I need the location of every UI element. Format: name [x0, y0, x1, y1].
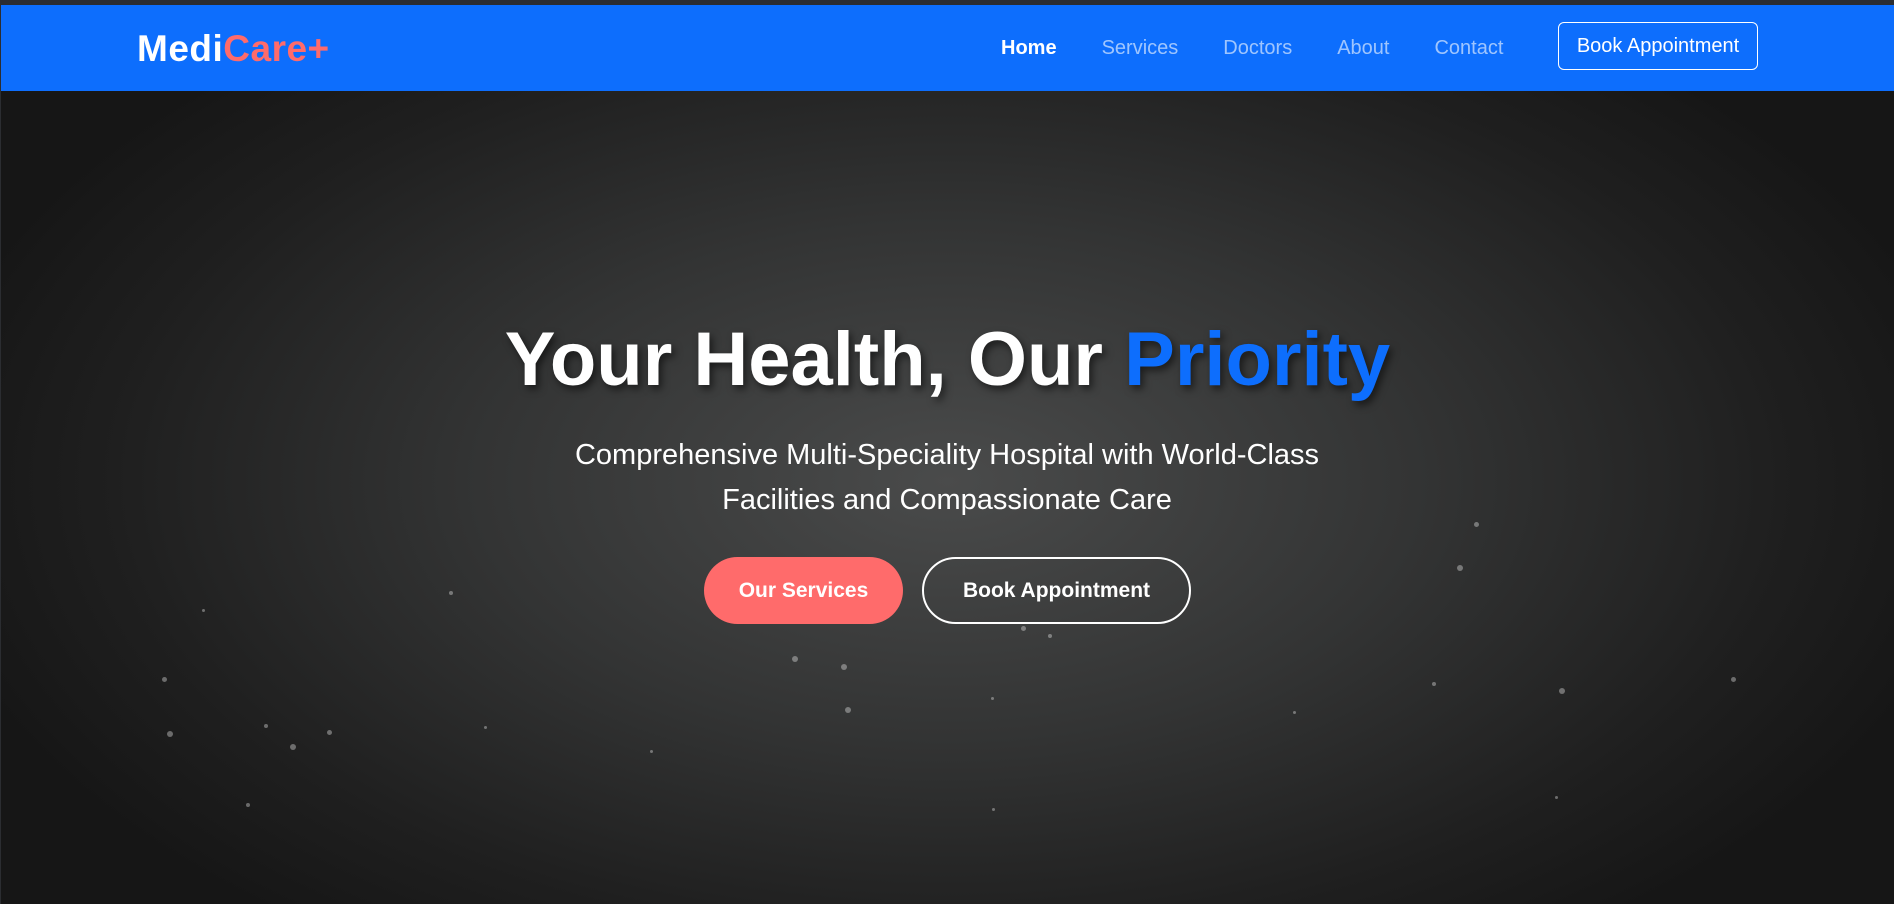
particle-dot [484, 726, 487, 729]
particle-dot [202, 609, 205, 612]
hero-subtitle: Comprehensive Multi-Speciality Hospital … [574, 439, 1320, 516]
particle-dot [1048, 634, 1052, 638]
nav-link-about[interactable]: About [1337, 37, 1389, 60]
particle-dot [1432, 682, 1436, 686]
brand-name-accent: Care+ [223, 28, 330, 69]
particle-dot [1021, 626, 1026, 631]
particle-dot [841, 664, 847, 670]
nav-book-appointment-button[interactable]: Book Appointment [1558, 22, 1758, 70]
particle-dot [246, 803, 250, 807]
hero-title-main: Your Health, Our [504, 317, 1125, 402]
our-services-button[interactable]: Our Services [704, 557, 903, 624]
particle-dot [845, 707, 851, 713]
browser-viewport: MediCare+ Home Services Doctors About Co… [0, 0, 1894, 904]
particle-dot [650, 750, 653, 753]
brand-logo[interactable]: MediCare+ [137, 28, 330, 70]
particle-dot [1457, 565, 1463, 571]
nav-link-doctors[interactable]: Doctors [1223, 37, 1292, 60]
hero-title-highlight: Priority [1124, 317, 1391, 402]
nav-links: Home Services Doctors About Contact [1001, 5, 1548, 91]
nav-link-home[interactable]: Home [1001, 37, 1057, 60]
particle-dot [1293, 711, 1296, 714]
particle-dot [792, 656, 798, 662]
navbar: MediCare+ Home Services Doctors About Co… [1, 5, 1894, 91]
hero-section: Your Health, Our Priority Comprehensive … [1, 91, 1894, 904]
particle-dot [1559, 688, 1565, 694]
particle-dot [167, 731, 173, 737]
nav-link-services[interactable]: Services [1102, 37, 1179, 60]
hero-title: Your Health, Our Priority [1, 316, 1894, 403]
brand-name-main: Medi [137, 28, 224, 69]
particle-dot [327, 730, 332, 735]
particle-dot [1731, 677, 1736, 682]
particle-dot [1555, 796, 1558, 799]
particle-dot [991, 697, 994, 700]
book-appointment-button[interactable]: Book Appointment [922, 557, 1191, 624]
particle-dot [1474, 522, 1479, 527]
particle-dot [290, 744, 296, 750]
particle-dot [992, 808, 995, 811]
particle-dot [264, 724, 268, 728]
particle-dot [449, 591, 453, 595]
particle-dot [162, 677, 167, 682]
nav-link-contact[interactable]: Contact [1434, 37, 1503, 60]
